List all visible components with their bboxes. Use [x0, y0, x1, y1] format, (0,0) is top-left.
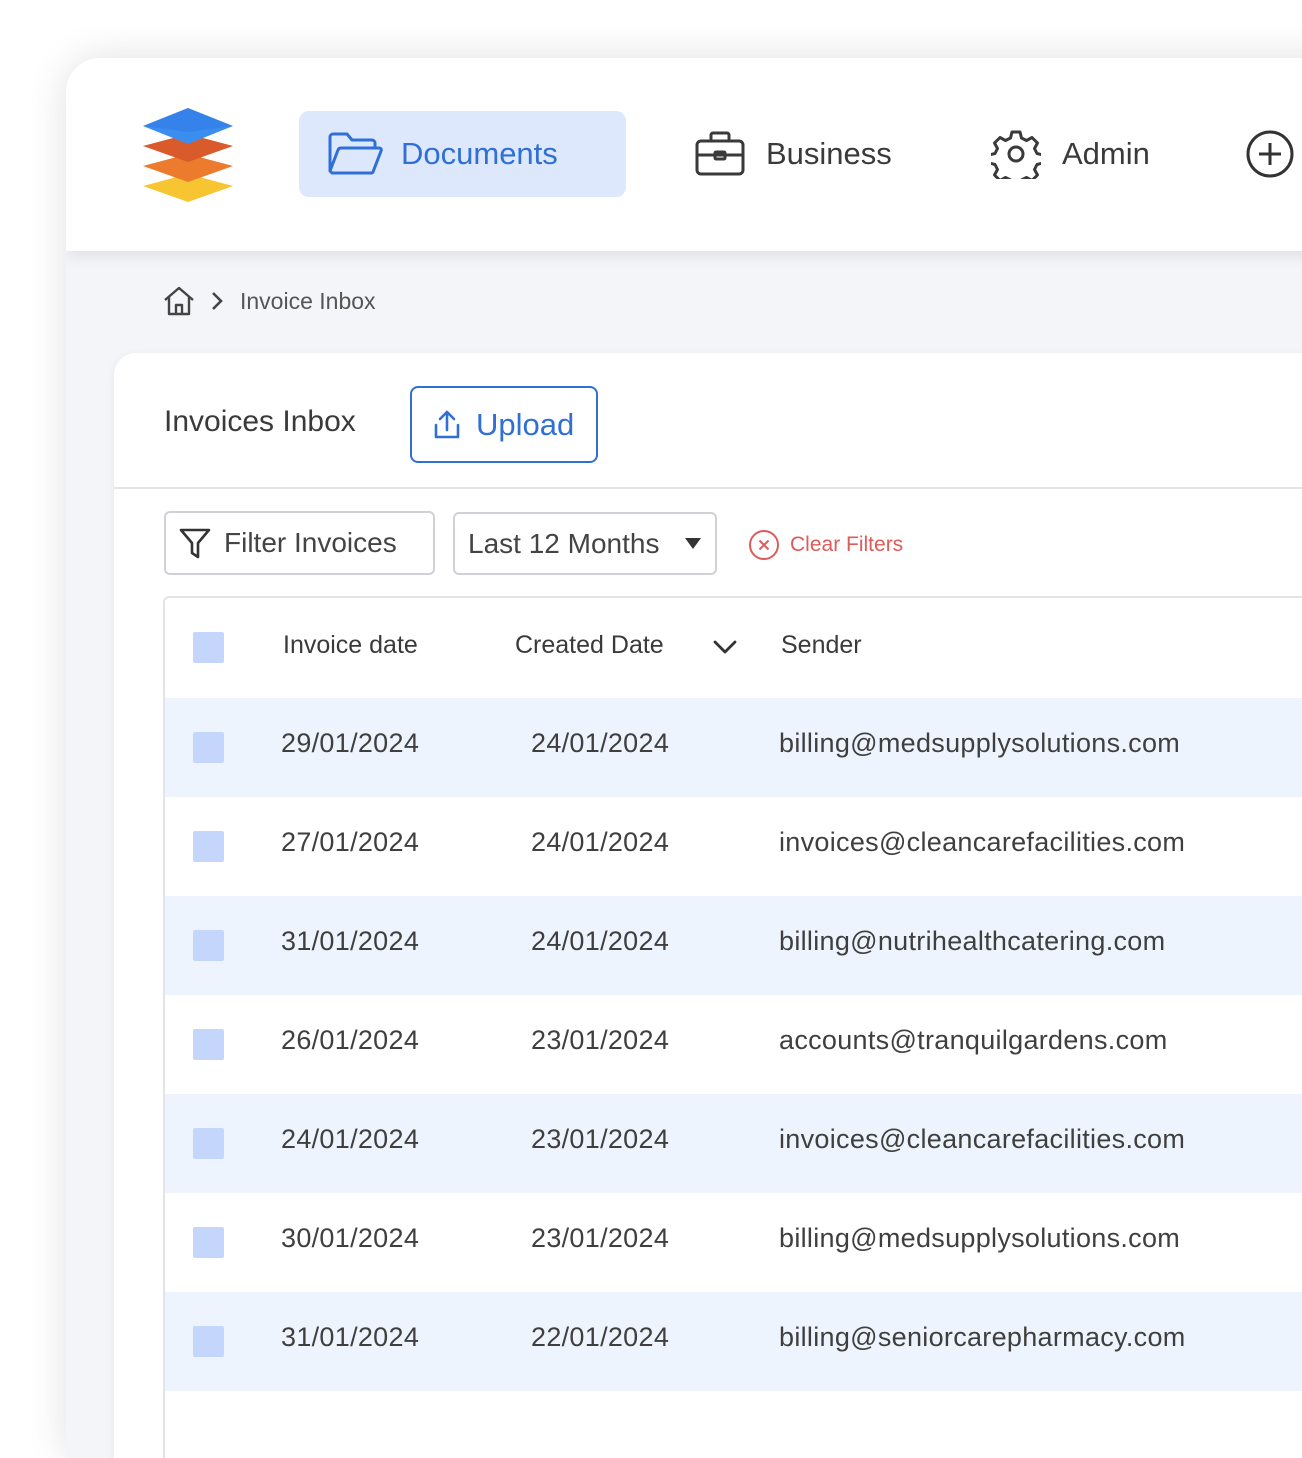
chevron-down-icon[interactable] — [713, 638, 737, 656]
breadcrumb-current[interactable]: Invoice Inbox — [240, 288, 376, 315]
table-row[interactable]: 31/01/2024 22/01/2024 billing@seniorcare… — [165, 1292, 1302, 1391]
row-checkbox[interactable] — [193, 1326, 224, 1357]
period-select[interactable]: Last 12 Months — [453, 512, 717, 575]
invoices-table: Invoice date Created Date Sender 29/01/2… — [163, 596, 1302, 1458]
home-icon[interactable] — [162, 284, 196, 318]
sender-cell: accounts@tranquilgardens.com — [779, 1025, 1168, 1055]
created-date-cell: 24/01/2024 — [531, 728, 670, 758]
sender-cell: billing@medsupplysolutions.com — [779, 728, 1181, 758]
column-header-sender[interactable]: Sender — [781, 631, 862, 660]
created-date-cell: 22/01/2024 — [531, 1322, 670, 1352]
sender-cell: invoices@cleancarefacilities.com — [779, 1124, 1186, 1154]
chevron-right-icon — [212, 292, 223, 310]
clear-filters-label: Clear Filters — [790, 533, 904, 556]
folder-icon — [327, 130, 383, 178]
caret-down-icon — [685, 538, 701, 549]
table-row[interactable]: 24/01/2024 23/01/2024 invoices@cleancare… — [165, 1094, 1302, 1193]
page-title: Invoices Inbox — [164, 405, 356, 438]
created-date-cell: 23/01/2024 — [531, 1025, 670, 1055]
created-date-cell: 23/01/2024 — [531, 1223, 670, 1253]
table-row[interactable]: 27/01/2024 24/01/2024 invoices@cleancare… — [165, 797, 1302, 896]
column-header-created-date[interactable]: Created Date — [515, 631, 664, 660]
clear-filters-link[interactable]: Clear Filters — [748, 529, 903, 561]
row-checkbox[interactable] — [193, 930, 224, 961]
nav-documents[interactable]: Documents — [299, 111, 626, 197]
gear-icon — [988, 130, 1044, 179]
row-checkbox[interactable] — [193, 831, 224, 862]
column-header-invoice-date[interactable]: Invoice date — [283, 631, 418, 660]
logo-icon[interactable] — [140, 106, 236, 204]
breadcrumb: Invoice Inbox — [162, 284, 376, 318]
add-button[interactable] — [1246, 130, 1294, 178]
table-row[interactable]: 31/01/2024 24/01/2024 billing@nutrihealt… — [165, 896, 1302, 995]
upload-button-label: Upload — [476, 406, 575, 442]
period-select-value: Last 12 Months — [468, 527, 660, 559]
invoice-date-cell: 30/01/2024 — [281, 1223, 420, 1253]
invoice-date-cell: 24/01/2024 — [281, 1124, 420, 1154]
filter-placeholder: Filter Invoices — [224, 527, 397, 558]
upload-icon — [434, 410, 460, 438]
filter-invoices-input[interactable]: Filter Invoices — [164, 511, 435, 575]
created-date-cell: 24/01/2024 — [531, 827, 670, 857]
nav-admin-label: Admin — [1062, 136, 1150, 171]
sender-cell: billing@seniorcarepharmacy.com — [779, 1322, 1186, 1352]
briefcase-icon — [692, 130, 748, 178]
table-row[interactable]: 29/01/2024 24/01/2024 billing@medsupplys… — [165, 698, 1302, 797]
created-date-cell: 23/01/2024 — [531, 1124, 670, 1154]
select-all-checkbox[interactable] — [193, 632, 224, 663]
plus-circle-icon — [1246, 130, 1294, 178]
filter-icon — [179, 528, 211, 559]
close-circle-icon — [749, 530, 779, 560]
invoices-card: Invoices Inbox Upload Filter Invoices La… — [114, 353, 1302, 1458]
nav-admin[interactable]: Admin — [988, 111, 1150, 197]
invoice-date-cell: 29/01/2024 — [281, 728, 420, 758]
app-window: Documents Business Admin Invoice Inbox I… — [66, 58, 1302, 1458]
row-checkbox[interactable] — [193, 1128, 224, 1159]
invoice-date-cell: 31/01/2024 — [281, 926, 420, 956]
row-checkbox[interactable] — [193, 1227, 224, 1258]
nav-documents-label: Documents — [401, 136, 558, 171]
invoice-date-cell: 26/01/2024 — [281, 1025, 420, 1055]
invoice-date-cell: 27/01/2024 — [281, 827, 420, 857]
top-navigation: Documents Business Admin — [66, 58, 1302, 251]
sender-cell: invoices@cleancarefacilities.com — [779, 827, 1186, 857]
invoice-date-cell: 31/01/2024 — [281, 1322, 420, 1352]
table-row[interactable]: 26/01/2024 23/01/2024 accounts@tranquilg… — [165, 995, 1302, 1094]
nav-business-label: Business — [766, 136, 892, 171]
divider — [114, 487, 1302, 489]
sender-cell: billing@nutrihealthcatering.com — [779, 926, 1166, 956]
row-checkbox[interactable] — [193, 1029, 224, 1060]
sender-cell: billing@medsupplysolutions.com — [779, 1223, 1181, 1253]
table-header: Invoice date Created Date Sender — [165, 598, 1302, 698]
row-checkbox[interactable] — [193, 732, 224, 763]
created-date-cell: 24/01/2024 — [531, 926, 670, 956]
upload-button[interactable]: Upload — [410, 386, 598, 463]
table-row[interactable]: 30/01/2024 23/01/2024 billing@medsupplys… — [165, 1193, 1302, 1292]
nav-business[interactable]: Business — [692, 111, 892, 197]
